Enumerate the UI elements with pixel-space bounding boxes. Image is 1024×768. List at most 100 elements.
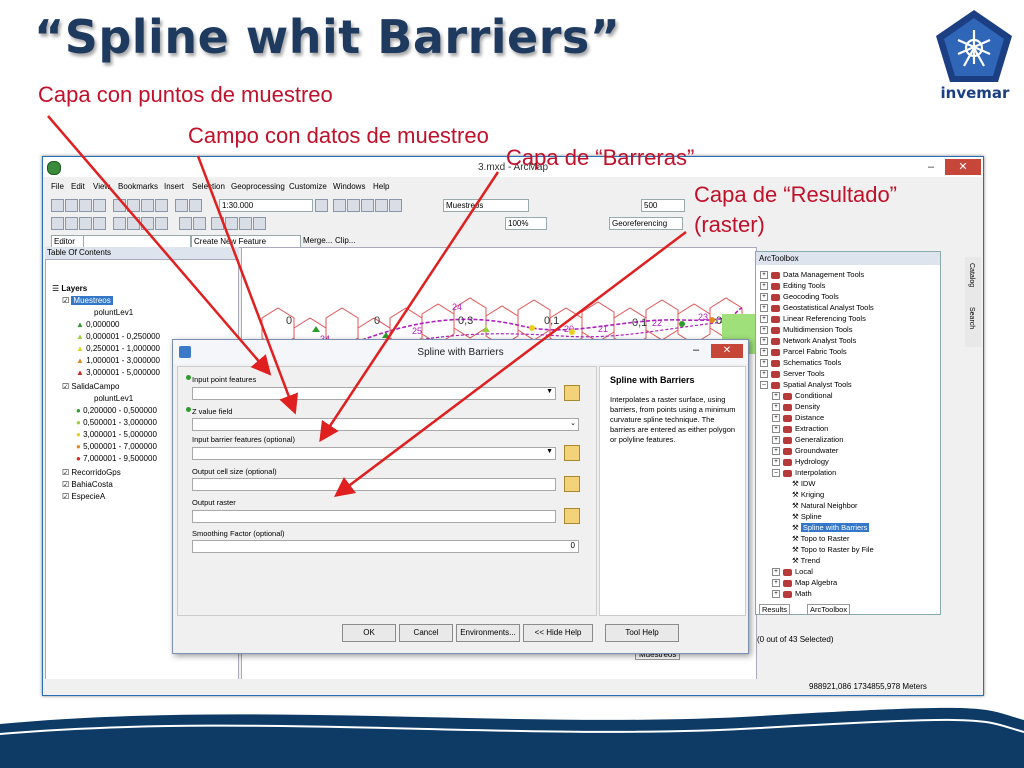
toolset-item[interactable]: + Local (772, 567, 813, 577)
toolbox-item[interactable]: + Data Management Tools (760, 270, 864, 280)
toolbox-item[interactable]: + Multidimension Tools (760, 325, 852, 335)
tool-help-button[interactable]: Tool Help (605, 624, 679, 642)
toolset-item[interactable]: + Math (772, 589, 812, 599)
zoom-combo[interactable]: 100% (505, 217, 547, 230)
menu-bookmarks[interactable]: Bookmarks (118, 182, 158, 191)
toc-window-icon[interactable] (333, 199, 346, 212)
browse-folder-icon[interactable] (564, 445, 580, 461)
toolbox-item[interactable]: + Schematics Tools (760, 358, 841, 368)
toolset-item[interactable]: + Conditional (772, 391, 833, 401)
toolbox-item[interactable]: + Network Analyst Tools (760, 336, 856, 346)
checkbox-checked-icon[interactable]: ☑ (62, 296, 71, 305)
toc-layer-recorridogps[interactable]: ☑ RecorridoGps (62, 468, 121, 477)
select-elements-icon[interactable] (211, 217, 224, 230)
tool-item[interactable]: ⚒ Kriging (792, 490, 824, 499)
environments-button[interactable]: Environments... (456, 624, 520, 642)
merge-button[interactable]: Merge... (301, 235, 332, 246)
tool-item[interactable]: ⚒ Topo to Raster (792, 534, 849, 543)
undo-icon[interactable] (175, 199, 188, 212)
browse-folder-icon[interactable] (564, 385, 580, 401)
editor-toolbar-icon[interactable] (315, 199, 328, 212)
pan-icon[interactable] (79, 217, 92, 230)
dialog-close-button[interactable]: ✕ (711, 344, 743, 358)
menu-view[interactable]: View (93, 182, 110, 191)
toc-layers[interactable]: ☰ Layers (52, 284, 87, 293)
catalog-window-icon[interactable] (347, 199, 360, 212)
toolset-item[interactable]: + Map Algebra (772, 578, 837, 588)
z-field-select[interactable]: ⌄ (192, 418, 579, 431)
paste-icon[interactable] (141, 199, 154, 212)
dialog-minimize-button[interactable]: – (693, 344, 699, 356)
tool-item[interactable]: ⚒ IDW (792, 479, 815, 488)
toolset-item[interactable]: + Distance (772, 413, 824, 423)
toolbox-item[interactable]: + Geostatistical Analyst Tools (760, 303, 874, 313)
fixed-zoom-in-icon[interactable] (113, 217, 126, 230)
search-window-icon[interactable] (361, 199, 374, 212)
zoom-in-icon[interactable] (51, 217, 64, 230)
toolbox-item[interactable]: + Geocoding Tools (760, 292, 839, 302)
toolset-item[interactable]: + Groundwater (772, 446, 838, 456)
toc-layer-especiea[interactable]: ☑ EspecieA (62, 492, 105, 501)
tool-item[interactable]: ⚒ Topo to Raster by File (792, 545, 874, 554)
back-icon[interactable] (141, 217, 154, 230)
clear-selection-icon[interactable] (193, 217, 206, 230)
toolset-item[interactable]: + Extraction (772, 424, 828, 434)
copy-icon[interactable] (127, 199, 140, 212)
forward-icon[interactable] (155, 217, 168, 230)
python-window-icon[interactable] (389, 199, 402, 212)
tab-results[interactable]: Results (759, 604, 791, 615)
cell-size-field[interactable] (192, 478, 556, 491)
smoothing-factor-field[interactable]: 0 (192, 540, 579, 553)
identify-icon[interactable] (225, 217, 238, 230)
georeferencing-menu[interactable]: Georeferencing (609, 217, 683, 230)
menu-edit[interactable]: Edit (71, 182, 85, 191)
menu-customize[interactable]: Customize (289, 182, 327, 191)
measure-icon[interactable] (253, 217, 266, 230)
toc-layer-salidacampo[interactable]: ☑ SalidaCampo (62, 382, 119, 391)
clip-button[interactable]: Clip... (333, 235, 359, 246)
tool-item[interactable]: ⚒ Natural Neighbor (792, 501, 858, 510)
print-icon[interactable] (93, 199, 106, 212)
select-features-icon[interactable] (179, 217, 192, 230)
barrier-features-field[interactable]: ▼ (192, 447, 556, 460)
toolset-item[interactable]: + Density (772, 402, 820, 412)
value-combo[interactable]: 500 (641, 199, 685, 212)
open-icon[interactable] (65, 199, 78, 212)
arctoolbox-window-icon[interactable] (375, 199, 388, 212)
menu-geoprocessing[interactable]: Geoprocessing (231, 182, 285, 191)
menu-file[interactable]: File (51, 182, 64, 191)
new-map-icon[interactable] (51, 199, 64, 212)
toolbox-item[interactable]: + Editing Tools (760, 281, 825, 291)
fixed-zoom-out-icon[interactable] (127, 217, 140, 230)
browse-folder-icon[interactable] (564, 508, 580, 524)
menu-insert[interactable]: Insert (164, 182, 184, 191)
scale-combo[interactable]: 1:30.000 (219, 199, 313, 212)
tab-arctoolbox[interactable]: ArcToolbox (807, 604, 851, 615)
tool-item[interactable]: ⚒ Trend (792, 556, 820, 565)
output-raster-field[interactable] (192, 510, 556, 523)
toolbox-item[interactable]: + Linear Referencing Tools (760, 314, 866, 324)
tool-item[interactable]: ⚒ Spline (792, 512, 822, 521)
toc-layer-bahiacosta[interactable]: ☑ BahiaCosta (62, 480, 113, 489)
close-window-button[interactable]: ✕ (945, 159, 981, 175)
toolset-item[interactable]: – Interpolation (772, 468, 836, 478)
layer-combo[interactable]: Muestreos (443, 199, 529, 212)
tool-item-selected[interactable]: ⚒ Spline with Barriers (792, 523, 870, 532)
zoom-out-icon[interactable] (65, 217, 78, 230)
input-points-field[interactable]: ▼ (192, 387, 556, 400)
side-tab-catalog[interactable]: Catalog (968, 263, 975, 287)
menu-selection[interactable]: Selection (192, 182, 225, 191)
toc-layer-muestreos[interactable]: ☑ Muestreos (62, 296, 113, 305)
full-extent-icon[interactable] (93, 217, 106, 230)
toolset-item[interactable]: + Generalization (772, 435, 843, 445)
toolbox-item[interactable]: – Spatial Analyst Tools (760, 380, 852, 390)
cancel-button[interactable]: Cancel (399, 624, 453, 642)
ok-button[interactable]: OK (342, 624, 396, 642)
menu-windows[interactable]: Windows (333, 182, 365, 191)
delete-icon[interactable] (155, 199, 168, 212)
toolbox-item[interactable]: + Server Tools (760, 369, 825, 379)
cut-icon[interactable] (113, 199, 126, 212)
find-icon[interactable] (239, 217, 252, 230)
side-tab-search[interactable]: Search (968, 307, 975, 329)
add-data-icon[interactable] (189, 199, 202, 212)
